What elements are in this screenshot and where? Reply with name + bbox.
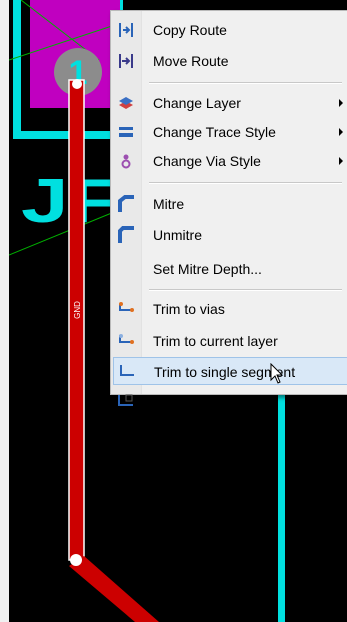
unmitre-icon: [117, 226, 135, 244]
menu-item-trim-to-current-layer[interactable]: Trim to current layer: [113, 327, 347, 355]
menu-item-trim-manually[interactable]: Trim manually: [113, 388, 347, 416]
menu-item-trim-to-single-segment[interactable]: Trim to single segment: [113, 357, 347, 385]
menu-item-trim-to-vias[interactable]: Trim to vias: [113, 295, 347, 323]
menu-item-copy-route[interactable]: Copy Route: [113, 16, 347, 44]
trace-style-icon: [117, 123, 135, 141]
menu-item-label: Trim manually: [153, 394, 241, 410]
copy-route-icon: [117, 21, 135, 39]
trim-manually-icon: [117, 393, 135, 411]
menu-item-unmitre[interactable]: Unmitre: [113, 221, 347, 249]
mitre-icon: [117, 195, 135, 213]
menu-item-label: Change Layer: [153, 95, 241, 111]
trim-to-vias-icon: [117, 300, 135, 318]
menu-item-label: Move Route: [153, 53, 229, 69]
submenu-arrow-icon: [339, 99, 343, 107]
submenu-arrow-icon: [339, 157, 343, 165]
menu-item-label: Set Mitre Depth...: [153, 261, 262, 277]
menu-item-mitre[interactable]: Mitre: [113, 190, 347, 218]
menu-item-label: Trim to current layer: [153, 333, 278, 349]
change-layer-icon: [117, 94, 135, 112]
context-menu: Copy Route Move Route Change Layer Chang…: [110, 10, 347, 410]
menu-item-change-layer[interactable]: Change Layer: [113, 89, 347, 117]
menu-separator: [149, 289, 342, 291]
move-route-icon: [117, 52, 135, 70]
menu-item-change-trace-style[interactable]: Change Trace Style: [113, 118, 347, 146]
menu-item-label: Change Trace Style: [153, 124, 276, 140]
menu-item-change-via-style[interactable]: Change Via Style: [113, 147, 347, 175]
trace-vertex: [70, 554, 82, 566]
mouse-cursor-icon: [270, 362, 284, 390]
diagonal-trace: [69, 556, 159, 622]
menu-separator: [149, 182, 342, 184]
menu-item-label: Copy Route: [153, 22, 227, 38]
menu-item-move-route[interactable]: Move Route: [113, 47, 347, 75]
trim-to-layer-icon: [117, 332, 135, 350]
menu-item-label: Change Via Style: [153, 153, 261, 169]
selected-trace: [68, 79, 85, 561]
menu-separator: [149, 82, 342, 84]
menu-item-set-mitre-depth[interactable]: Set Mitre Depth...: [113, 255, 347, 283]
net-label: GND: [73, 301, 82, 319]
via-style-icon: [117, 152, 135, 170]
menu-item-label: Trim to vias: [153, 301, 225, 317]
submenu-arrow-icon: [339, 128, 343, 136]
trace-vertex: [72, 79, 82, 89]
trim-single-segment-icon: [118, 363, 136, 381]
menu-item-label: Mitre: [153, 196, 185, 212]
menu-item-label: Unmitre: [153, 227, 203, 243]
cyan-trace: [278, 380, 285, 622]
